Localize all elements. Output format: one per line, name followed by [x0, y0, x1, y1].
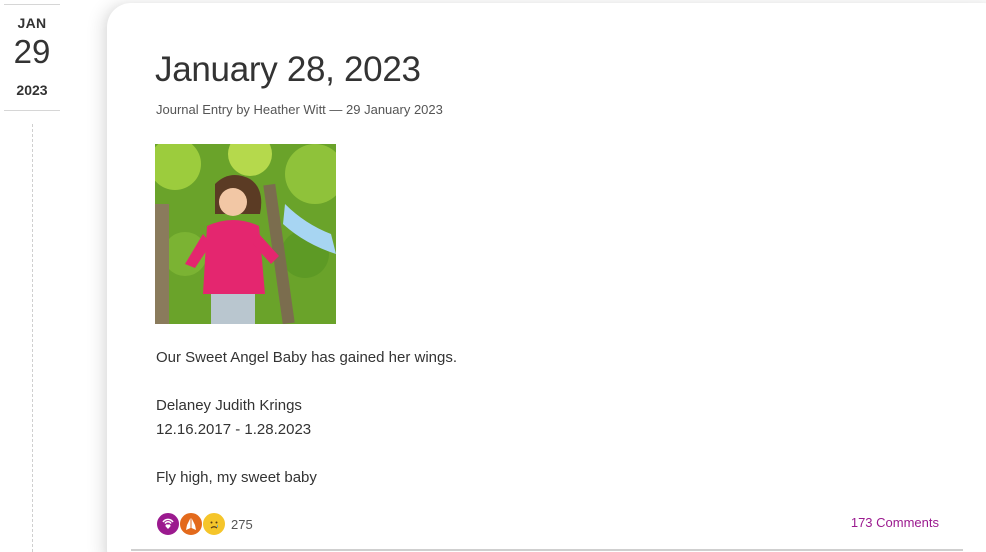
divider [131, 549, 963, 551]
praying-hands-icon[interactable] [179, 512, 203, 536]
date-month: JAN [17, 15, 47, 31]
comments-link[interactable]: 173 Comments [851, 515, 939, 530]
entry-body-line: Fly high, my sweet baby [156, 469, 317, 486]
reactions-bar[interactable]: 275 [156, 512, 253, 536]
heart-signal-icon[interactable] [156, 512, 180, 536]
entry-body-line: Our Sweet Angel Baby has gained her wing… [156, 349, 458, 366]
date-badge: JAN 29 2023 [4, 4, 60, 111]
date-day: 29 [13, 33, 51, 70]
crying-face-icon[interactable] [202, 512, 226, 536]
entry-body-line: Delaney Judith Krings [156, 397, 302, 414]
timeline-line [32, 124, 33, 552]
entry-meta: Journal Entry by Heather Witt — 29 Janua… [156, 102, 443, 117]
reaction-count: 275 [231, 516, 253, 532]
entry-photo[interactable] [155, 144, 336, 324]
entry-body-line: 12.16.2017 - 1.28.2023 [156, 421, 312, 438]
child-in-tree-photo [155, 144, 336, 324]
date-year: 2023 [16, 82, 48, 98]
entry-title[interactable]: January 28, 2023 [155, 50, 421, 90]
